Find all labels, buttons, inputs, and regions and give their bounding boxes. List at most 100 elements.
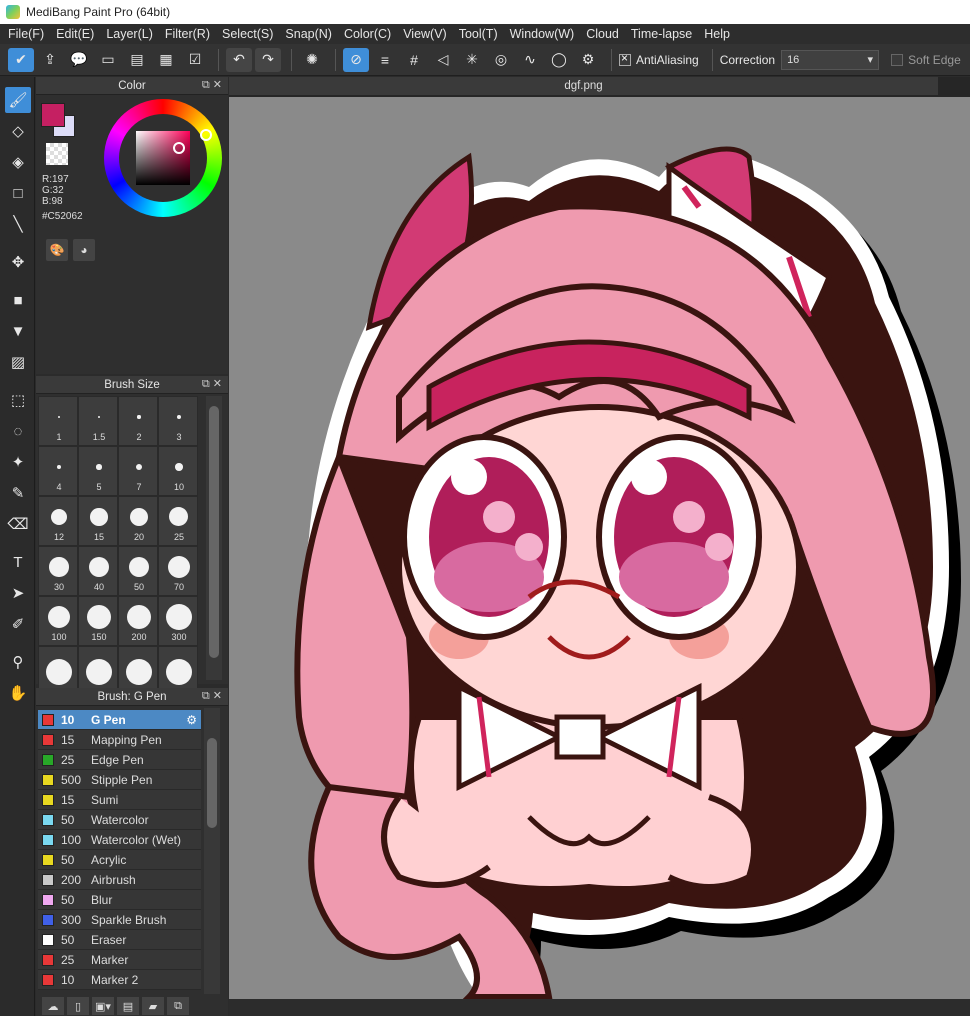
brush-list-item[interactable]: 10 Marker 2 xyxy=(38,970,201,990)
menu-cloud[interactable]: Cloud xyxy=(580,24,625,44)
snap-grid-icon[interactable]: # xyxy=(401,48,427,72)
brush-list-item[interactable]: 25 Edge Pen xyxy=(38,750,201,770)
soft-edge-checkbox[interactable] xyxy=(891,53,904,66)
brush-size-option[interactable]: 12 xyxy=(38,496,78,546)
scroll-thumb[interactable] xyxy=(207,738,217,828)
speech-bubble-icon[interactable]: 💬 xyxy=(66,48,92,72)
brush-list-item[interactable]: 50 Watercolor xyxy=(38,810,201,830)
snap-radial-icon[interactable]: ✳ xyxy=(459,48,485,72)
undo-button[interactable]: ↶ xyxy=(226,47,252,72)
canvas-tab[interactable]: dgf.png xyxy=(229,77,938,95)
text-tool-icon[interactable]: T xyxy=(5,549,31,575)
brush-size-option[interactable]: 200 xyxy=(118,596,158,646)
brush-size-option[interactable]: 100 xyxy=(38,596,78,646)
popout-icon[interactable]: ⧉ xyxy=(202,690,210,702)
menu-snap[interactable]: Snap(N) xyxy=(279,24,338,44)
line-tool-icon[interactable]: ╲ xyxy=(5,211,31,237)
brush-size-option[interactable]: 15 xyxy=(78,496,118,546)
brush-list-item[interactable]: 15 Mapping Pen xyxy=(38,730,201,750)
text-balloon-icon[interactable]: ▭ xyxy=(95,48,121,72)
hue-picker-handle[interactable] xyxy=(200,129,212,141)
menu-edit[interactable]: Edit(E) xyxy=(50,24,100,44)
close-icon[interactable]: ✕ xyxy=(213,378,222,390)
brush-tool-icon[interactable]: 🖌 xyxy=(5,87,31,113)
snap-perspective-icon[interactable]: ◁ xyxy=(430,48,456,72)
brush-list-scrollbar[interactable] xyxy=(204,708,220,994)
bucket-tool-icon[interactable]: ▼ xyxy=(5,318,31,344)
popout-icon[interactable]: ⧉ xyxy=(202,378,210,390)
color-wheel[interactable] xyxy=(104,99,222,217)
page-icon[interactable]: ▤ xyxy=(124,48,150,72)
antialiasing-checkbox[interactable] xyxy=(619,51,631,66)
brush-list-item[interactable]: 50 Eraser xyxy=(38,930,201,950)
menu-color[interactable]: Color(C) xyxy=(338,24,397,44)
fill-rect-tool-icon[interactable]: ■ xyxy=(5,287,31,313)
snap-ellipse-icon[interactable]: ◯ xyxy=(546,48,572,72)
menu-tool[interactable]: Tool(T) xyxy=(453,24,504,44)
brush-size-option[interactable]: 25 xyxy=(158,496,198,546)
close-icon[interactable]: ✕ xyxy=(213,79,222,91)
popout-icon[interactable]: ⧉ xyxy=(202,79,210,91)
select-pen-tool-icon[interactable]: ✎ xyxy=(5,480,31,506)
brush-list-item[interactable]: 50 Blur xyxy=(38,890,201,910)
brush-list-item[interactable]: 25 Marker xyxy=(38,950,201,970)
divide-tool-icon[interactable]: ✐ xyxy=(5,611,31,637)
brush-settings-icon[interactable]: ▤ xyxy=(117,997,139,1015)
snap-off-icon[interactable]: ⊘ xyxy=(343,47,369,72)
shape-tool-icon[interactable]: □ xyxy=(5,180,31,206)
brush-size-option[interactable]: 30 xyxy=(38,546,78,596)
snap-curve-icon[interactable]: ∿ xyxy=(517,48,543,72)
brush-size-option[interactable]: 50 xyxy=(118,546,158,596)
brush-size-option[interactable]: 7 xyxy=(118,446,158,496)
brush-size-option[interactable]: 40 xyxy=(78,546,118,596)
checklist-icon[interactable]: ☑ xyxy=(182,48,208,72)
gradient-tool-icon[interactable]: ▨ xyxy=(5,349,31,375)
folder-icon[interactable]: ▰ xyxy=(142,997,164,1015)
menu-filter[interactable]: Filter(R) xyxy=(159,24,216,44)
brush-mode-icon[interactable]: ✔ xyxy=(8,47,34,72)
snap-parallel-icon[interactable]: ≡ xyxy=(372,48,398,72)
brush-size-option[interactable]: 1 xyxy=(38,396,78,446)
select-rect-tool-icon[interactable]: ⬚ xyxy=(5,387,31,413)
close-icon[interactable]: ✕ xyxy=(213,690,222,702)
brush-size-option[interactable]: 10 xyxy=(158,446,198,496)
menu-layer[interactable]: Layer(L) xyxy=(100,24,159,44)
transparent-color-swatch[interactable] xyxy=(46,143,68,165)
brush-size-option[interactable]: 4 xyxy=(38,446,78,496)
move-tool-icon[interactable]: ✥ xyxy=(5,249,31,275)
menu-time-lapse[interactable]: Time-lapse xyxy=(625,24,698,44)
snap-concentric-icon[interactable]: ◎ xyxy=(488,48,514,72)
lasso-tool-icon[interactable]: ◌ xyxy=(5,418,31,444)
magic-wand-tool-icon[interactable]: ✦ xyxy=(5,449,31,475)
primary-color-swatch[interactable] xyxy=(41,103,65,127)
brush-settings-gear-icon[interactable]: ⚙ xyxy=(186,713,197,727)
sv-picker-handle[interactable] xyxy=(173,142,185,154)
brush-size-scrollbar[interactable] xyxy=(206,396,222,680)
canvas-horizontal-scrollbar[interactable] xyxy=(229,999,970,1016)
menu-view[interactable]: View(V) xyxy=(397,24,453,44)
saturation-value-square[interactable] xyxy=(136,131,190,185)
loading-spinner-icon[interactable]: ✺ xyxy=(299,48,325,72)
brush-size-option[interactable]: 150 xyxy=(78,596,118,646)
share-icon[interactable]: ⇪ xyxy=(37,48,63,72)
operation-tool-icon[interactable]: ➤ xyxy=(5,580,31,606)
brush-list-item[interactable]: 10 G Pen ⚙ xyxy=(38,710,201,730)
scroll-thumb[interactable] xyxy=(209,406,219,658)
eraser-tool-icon[interactable]: ◇ xyxy=(5,118,31,144)
canvas-viewport[interactable] xyxy=(229,97,970,999)
hand-tool-icon[interactable]: ✋ xyxy=(5,680,31,706)
panel-layout-icon[interactable]: ▦ xyxy=(153,48,179,72)
brush-list-item[interactable]: 200 Airbrush xyxy=(38,870,201,890)
menu-window[interactable]: Window(W) xyxy=(504,24,581,44)
brush-list-item[interactable]: 300 Sparkle Brush xyxy=(38,910,201,930)
menu-help[interactable]: Help xyxy=(698,24,736,44)
snap-settings-icon[interactable]: ⚙ xyxy=(575,48,601,72)
brush-size-option[interactable]: 1.5 xyxy=(78,396,118,446)
correction-dropdown[interactable]: 16 ▾ xyxy=(781,49,880,70)
menu-select[interactable]: Select(S) xyxy=(216,24,279,44)
redo-button[interactable]: ↷ xyxy=(255,47,281,72)
brush-list-item[interactable]: 50 Acrylic xyxy=(38,850,201,870)
brush-size-option[interactable]: 300 xyxy=(158,596,198,646)
menu-file[interactable]: File(F) xyxy=(2,24,50,44)
brush-list-item[interactable]: 500 Stipple Pen xyxy=(38,770,201,790)
